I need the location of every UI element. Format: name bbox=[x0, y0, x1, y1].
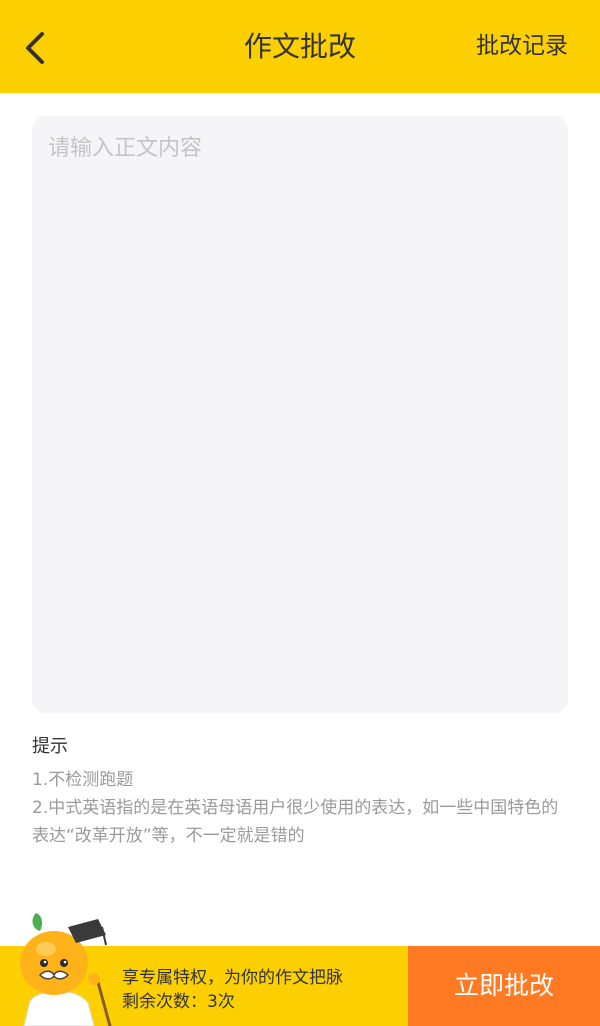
essay-editor bbox=[32, 116, 568, 713]
tips-title: 提示 bbox=[32, 736, 68, 757]
back-button[interactable] bbox=[18, 28, 54, 68]
remaining-count: 剩余次数：3次 bbox=[122, 992, 235, 1012]
tips-list: 1.不检测跑题 2.中式英语指的是在英语母语用户很少使用的表达，如一些中国特色的… bbox=[32, 766, 572, 850]
correction-records-button[interactable]: 批改记录 bbox=[476, 0, 568, 93]
essay-input[interactable] bbox=[32, 116, 568, 713]
tip-item: 2.中式英语指的是在英语母语用户很少使用的表达，如一些中国特色的表达“改革开放”… bbox=[32, 798, 559, 846]
promo-line-privilege: 享专属特权，为你的作文把脉 bbox=[122, 968, 343, 988]
promo-text: 享专属特权，为你的作文把脉 剩余次数：3次 bbox=[122, 966, 343, 1014]
submit-correction-button[interactable]: 立即批改 bbox=[408, 946, 600, 1026]
header-bar: 作文批改 批改记录 bbox=[0, 0, 600, 93]
chevron-left-icon bbox=[26, 32, 44, 64]
tip-item: 1.不检测跑题 bbox=[32, 770, 134, 790]
orange-mascot-icon bbox=[20, 913, 112, 1026]
